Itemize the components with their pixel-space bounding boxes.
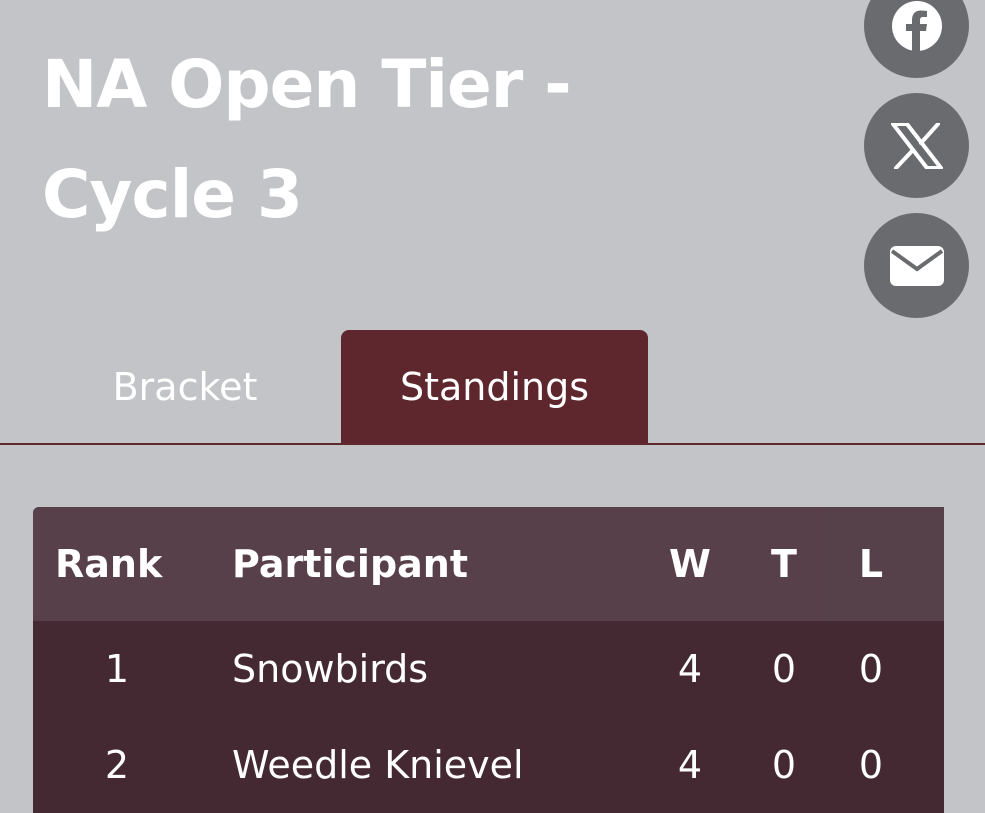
x-icon [890,122,943,169]
table-header: Rank Participant W T L [33,507,944,621]
row-losses: 0 [858,647,884,691]
tab-standings[interactable]: Standings [341,330,648,443]
tabs-divider [0,443,985,445]
email-icon [889,245,944,286]
header-ties[interactable]: T [739,507,829,621]
row-wins: 4 [677,743,703,787]
share-facebook-button[interactable] [864,0,969,78]
share-x-button[interactable] [864,93,969,198]
row-rank: 1 [104,647,130,691]
header-losses[interactable]: L [826,507,916,621]
header-wins[interactable]: W [645,507,735,621]
facebook-icon [891,0,942,52]
row-participant[interactable]: Weedle Knievel [232,717,652,813]
header-rank[interactable]: Rank [55,507,205,621]
row-losses: 0 [858,743,884,787]
page-title: NA Open Tier - Cycle 3 [42,46,572,233]
table-row: 2 Weedle Knievel 4 0 0 [33,717,944,813]
standings-table: Rank Participant W T L 1 Snowbirds 4 0 0… [33,507,944,813]
tab-bracket[interactable]: Bracket [60,330,310,443]
share-email-button[interactable] [864,213,969,318]
row-ties: 0 [771,647,797,691]
table-row: 1 Snowbirds 4 0 0 [33,621,944,717]
row-ties: 0 [771,743,797,787]
header-participant[interactable]: Participant [232,507,652,621]
row-participant[interactable]: Snowbirds [232,621,652,717]
row-wins: 4 [677,647,703,691]
row-rank: 2 [104,743,130,787]
